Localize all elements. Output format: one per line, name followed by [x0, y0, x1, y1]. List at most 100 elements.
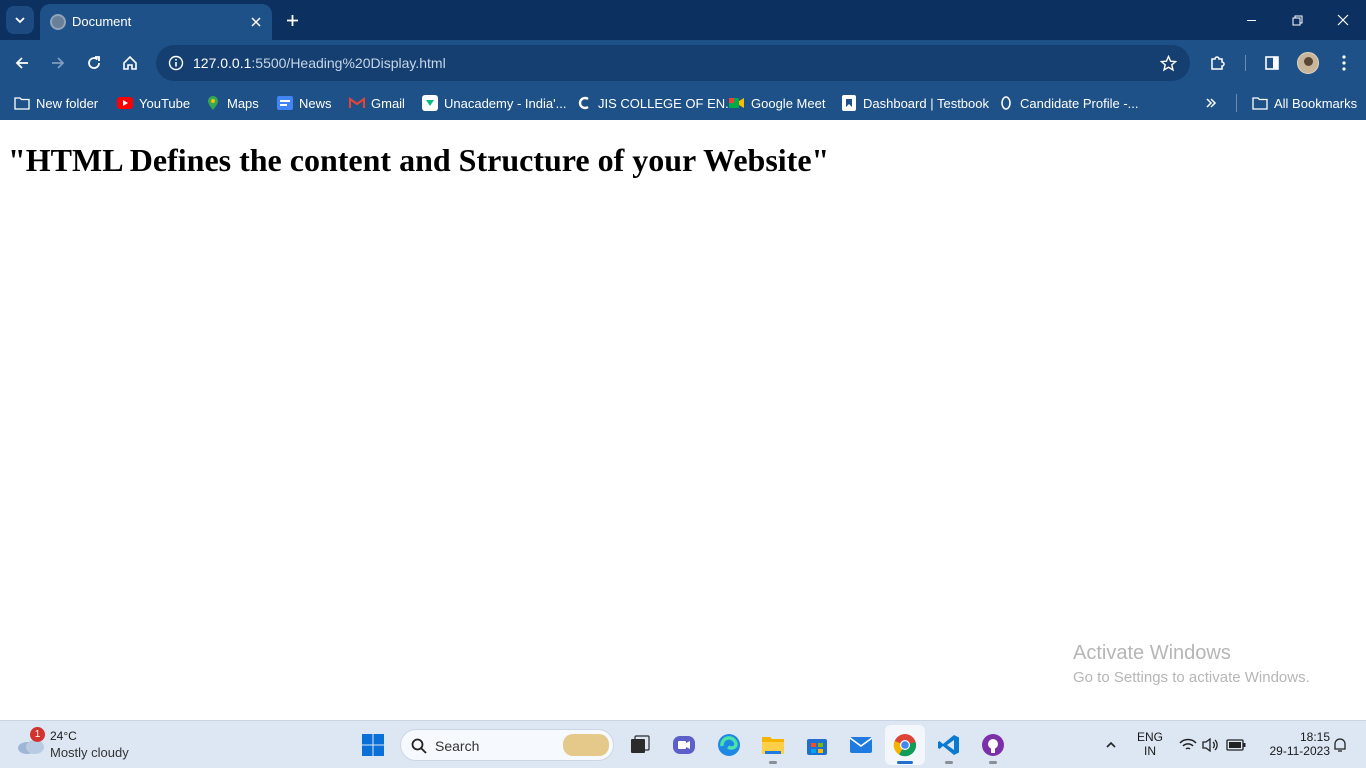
- bookmark-jis-college[interactable]: JIS COLLEGE OF EN...: [576, 92, 736, 114]
- start-button[interactable]: [353, 725, 393, 765]
- minimize-icon: [1246, 19, 1256, 21]
- windows-taskbar: 1 24°C Mostly cloudy Search ENG IN 18:15…: [0, 720, 1366, 768]
- bookmark-label: News: [299, 95, 332, 111]
- bookmark-label: New folder: [36, 95, 99, 111]
- url-path: :5500/Heading%20Display.html: [251, 55, 446, 71]
- input-language-button[interactable]: ENG IN: [1134, 730, 1166, 758]
- home-icon: [123, 55, 137, 70]
- testbook-icon: [841, 95, 857, 111]
- store-icon: [807, 739, 827, 755]
- url-host: 127.0.0.1: [193, 55, 252, 71]
- chevron-down-icon: [15, 17, 25, 24]
- bookmark-gmail[interactable]: Gmail: [349, 92, 405, 114]
- battery-charging-icon: [1226, 739, 1246, 751]
- browser-tab[interactable]: Document: [40, 4, 272, 40]
- taskbar-teams[interactable]: [664, 725, 704, 765]
- language-code: ENG: [1136, 730, 1163, 744]
- bookmark-label: JIS COLLEGE OF EN...: [598, 95, 736, 111]
- jis-college-icon: [576, 95, 592, 111]
- activate-windows-watermark: Activate Windows Go to Settings to activ…: [1073, 642, 1310, 686]
- speaker-icon: [1202, 737, 1218, 753]
- reload-icon: [88, 56, 100, 69]
- home-button[interactable]: [116, 49, 144, 77]
- bookmark-label: YouTube: [139, 95, 191, 111]
- maps-pin-icon: [205, 95, 221, 111]
- vscode-icon: [938, 735, 959, 755]
- running-indicator: [945, 761, 953, 764]
- bookmark-youtube[interactable]: YouTube: [117, 92, 190, 114]
- profile-avatar[interactable]: [1297, 52, 1319, 74]
- taskbar-chrome[interactable]: [885, 725, 925, 765]
- plus-icon: [286, 14, 298, 26]
- more-bookmarks-button[interactable]: [1203, 92, 1219, 114]
- bookmark-news[interactable]: News: [277, 92, 332, 114]
- restore-button[interactable]: [1274, 0, 1320, 40]
- wifi-status[interactable]: [1178, 735, 1198, 755]
- close-window-button[interactable]: [1320, 0, 1366, 40]
- taskbar-github-desktop[interactable]: [973, 725, 1013, 765]
- youtube-icon: [117, 95, 133, 111]
- browser-menu-button[interactable]: [1330, 49, 1358, 77]
- folder-icon: [1252, 95, 1268, 111]
- unacademy-icon: [422, 95, 438, 111]
- bookmark-label: Unacademy - India'...: [444, 95, 567, 111]
- forward-button[interactable]: [44, 49, 72, 77]
- bookmark-maps[interactable]: Maps: [205, 92, 259, 114]
- watermark-subtitle: Go to Settings to activate Windows.: [1073, 669, 1310, 686]
- chevron-up-icon: [1106, 741, 1116, 748]
- weather-condition: Mostly cloudy: [50, 745, 129, 760]
- bookmarks-bar: New folder YouTube Maps News Gmail Unaca…: [0, 86, 1366, 120]
- taskbar-vscode[interactable]: [929, 725, 969, 765]
- active-indicator: [897, 761, 913, 764]
- arrow-left-icon: [15, 57, 28, 69]
- weather-temperature: 24°C: [50, 729, 77, 743]
- folder-icon: [14, 95, 30, 111]
- bookmark-google-meet[interactable]: Google Meet: [729, 92, 825, 114]
- star-icon: [1159, 54, 1177, 71]
- address-url[interactable]: 127.0.0.1:5500/Heading%20Display.html: [193, 55, 446, 71]
- bookmark-unacademy[interactable]: Unacademy - India'...: [422, 92, 566, 114]
- minimize-button[interactable]: [1228, 0, 1274, 40]
- volume-status[interactable]: [1201, 735, 1221, 755]
- all-bookmarks-button[interactable]: All Bookmarks: [1252, 92, 1357, 114]
- bookmark-testbook[interactable]: Dashboard | Testbook: [841, 92, 989, 114]
- teams-chat-icon: [673, 736, 695, 754]
- restore-icon: [1292, 15, 1302, 25]
- github-icon: [982, 734, 1004, 756]
- bookmark-label: Gmail: [371, 95, 405, 111]
- side-panel-icon: [1265, 56, 1279, 70]
- extensions-button[interactable]: [1204, 49, 1232, 77]
- battery-status[interactable]: [1226, 735, 1246, 755]
- page-heading: "HTML Defines the content and Structure …: [8, 142, 830, 178]
- google-meet-icon: [729, 95, 745, 111]
- chrome-icon: [893, 734, 917, 757]
- new-tab-button[interactable]: [280, 8, 304, 32]
- bookmark-candidate-profile[interactable]: Candidate Profile -...: [998, 92, 1139, 114]
- clock-button[interactable]: 18:15 29-11-2023: [1254, 730, 1331, 758]
- tab-close-button[interactable]: [246, 12, 266, 32]
- arrow-right-icon: [52, 57, 65, 69]
- site-info-button[interactable]: [162, 49, 190, 77]
- show-hidden-icons-button[interactable]: [1101, 735, 1121, 755]
- bookmark-star-button[interactable]: [1154, 49, 1182, 77]
- browser-toolbar: 127.0.0.1:5500/Heading%20Display.html: [0, 40, 1366, 86]
- bookmark-new-folder[interactable]: New folder: [14, 92, 98, 114]
- tab-search-button[interactable]: [6, 6, 34, 34]
- wifi-icon: [1179, 738, 1197, 750]
- notifications-button[interactable]: [1330, 735, 1350, 755]
- taskbar-store[interactable]: [797, 725, 837, 765]
- taskbar-mail[interactable]: [841, 725, 881, 765]
- search-placeholder: Search: [435, 738, 480, 754]
- side-panel-button[interactable]: [1258, 49, 1286, 77]
- globe-icon: [50, 14, 66, 30]
- taskbar-search[interactable]: Search: [400, 729, 614, 761]
- taskbar-edge[interactable]: [709, 725, 749, 765]
- taskbar-file-explorer[interactable]: [753, 725, 793, 765]
- address-bar[interactable]: 127.0.0.1:5500/Heading%20Display.html: [156, 45, 1190, 81]
- back-button[interactable]: [8, 49, 36, 77]
- bookmark-label: Candidate Profile -...: [1020, 95, 1139, 111]
- weather-widget[interactable]: 1 24°C Mostly cloudy: [14, 727, 164, 763]
- task-view-icon: [631, 735, 650, 753]
- taskbar-task-view[interactable]: [620, 725, 660, 765]
- reload-button[interactable]: [80, 49, 108, 77]
